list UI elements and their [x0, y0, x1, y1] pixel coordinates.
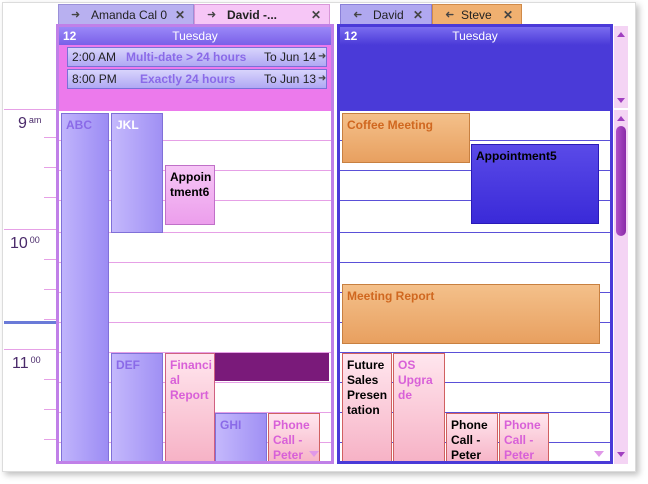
all-day-area	[340, 45, 610, 111]
tab-label: David	[373, 8, 404, 22]
appointment-financial-report[interactable]: Financi al Report	[165, 353, 215, 461]
appointment-label: Phone Call - Peter	[504, 418, 541, 462]
appointment-abc[interactable]: ABC	[61, 113, 109, 461]
allday-scrollbar[interactable]	[614, 26, 628, 108]
busy-bar[interactable]	[215, 353, 329, 381]
appointment-meeting-report[interactable]: Meeting Report	[342, 284, 600, 344]
tab-amanda-cal[interactable]: ➜ Amanda Cal 0 ✕	[58, 4, 194, 24]
time-label-11: 11 00	[12, 355, 41, 372]
tab-david-left[interactable]: ➜ David -... ✕	[194, 4, 330, 24]
event-title: Exactly 24 hours	[140, 72, 236, 86]
appointment-appointment6[interactable]: Appoin tment6	[165, 165, 215, 225]
arrow-right-icon: ➜	[207, 9, 217, 21]
tab-label: David -...	[227, 8, 278, 22]
appointment-label: ABC	[66, 118, 92, 132]
appointment-label: Financi al Report	[170, 358, 213, 402]
appointment-os-upgrade[interactable]: OS Upgra de	[393, 353, 445, 461]
arrow-left-icon: ➜	[445, 9, 455, 21]
appointment-coffee-meeting[interactable]: Coffee Meeting	[342, 113, 470, 163]
time-grid: Coffee Meeting Appointment5 Meeting Repo…	[340, 111, 610, 462]
half-hour-tick	[44, 289, 56, 290]
scroll-up-arrow-icon[interactable]	[617, 116, 625, 121]
appointment-label: Meeting Report	[347, 289, 435, 303]
appointment-label: Appointment5	[476, 149, 557, 163]
scroll-down-arrow-icon[interactable]	[309, 451, 319, 457]
time-ruler: 9 am 10 00 11 00	[4, 108, 56, 464]
appointment-future-sales[interactable]: Future Sales Presen tation	[342, 353, 392, 461]
event-end: To Jun 13	[264, 72, 317, 86]
all-day-event[interactable]: 2:00 AM Multi-date > 24 hours To Jun 14 …	[67, 47, 327, 67]
arrow-left-icon: ➜	[353, 9, 363, 21]
hour-line	[4, 229, 56, 230]
appointment-label: Coffee Meeting	[347, 118, 434, 132]
all-day-event[interactable]: 8:00 PM Exactly 24 hours To Jun 13 ➜	[67, 69, 327, 89]
scroll-thumb[interactable]	[616, 126, 626, 236]
grid-line	[340, 232, 610, 233]
tab-david-right[interactable]: ➜ David ✕	[340, 4, 432, 24]
appointment-def[interactable]: DEF	[111, 353, 163, 461]
appointment-label: Appoin tment6	[170, 170, 212, 199]
half-hour-tick	[44, 197, 56, 198]
event-time: 8:00 PM	[72, 72, 117, 86]
time-grid: ABC JKL Appoin tment6 DEF Financi al Rep…	[59, 111, 331, 462]
appointment-label: JKL	[116, 118, 139, 132]
appointment-label: DEF	[116, 358, 140, 372]
close-icon[interactable]: ✕	[311, 5, 321, 25]
day-header[interactable]: 12 Tuesday	[340, 27, 610, 45]
appointment-ghi[interactable]: GHI	[215, 413, 267, 461]
appointment-label: OS Upgra de	[398, 358, 433, 402]
day-name: Tuesday	[452, 29, 498, 43]
half-hour-tick	[44, 409, 56, 410]
calendar-left: 12 Tuesday 2:00 AM Multi-date > 24 hours…	[56, 24, 334, 464]
grid-line	[340, 262, 610, 263]
day-header[interactable]: 12 Tuesday	[59, 27, 331, 45]
appointment-label: Phone Call - Peter	[451, 418, 488, 462]
close-icon[interactable]: ✕	[175, 5, 185, 25]
scroll-down-arrow-icon[interactable]	[617, 452, 625, 457]
arrow-right-icon: ➜	[71, 9, 81, 21]
scroll-up-arrow-icon[interactable]	[617, 32, 625, 37]
event-time: 2:00 AM	[72, 50, 117, 64]
arrow-right-icon: ➜	[318, 73, 327, 84]
hour-line	[4, 109, 56, 110]
tab-label: Amanda Cal 0	[91, 8, 168, 22]
event-end: To Jun 14	[264, 50, 317, 64]
current-time-indicator	[4, 321, 56, 324]
calendar-right: 12 Tuesday Coffee Meeting Appointment5 M…	[337, 24, 613, 464]
appointment-label: GHI	[220, 418, 242, 432]
arrow-right-icon: ➜	[318, 51, 327, 62]
half-hour-tick	[44, 379, 56, 380]
half-hour-tick	[44, 319, 56, 320]
tab-label: Steve	[461, 8, 492, 22]
half-hour-tick	[44, 137, 56, 138]
appointment-appointment5[interactable]: Appointment5	[471, 144, 599, 224]
appointment-label: Future Sales Presen tation	[347, 358, 388, 417]
appointment-jkl[interactable]: JKL	[111, 113, 163, 233]
appointment-phone-call-2[interactable]: Phone Call - Peter	[499, 413, 549, 462]
half-hour-tick	[44, 259, 56, 260]
scroll-down-arrow-icon[interactable]	[617, 98, 625, 103]
half-hour-tick	[44, 439, 56, 440]
half-hour-tick	[44, 167, 56, 168]
tab-steve[interactable]: ➜ Steve ✕	[432, 4, 522, 24]
main-scrollbar[interactable]	[614, 110, 628, 464]
time-label-9: 9 am	[18, 115, 42, 132]
scroll-down-arrow-icon[interactable]	[594, 451, 604, 457]
event-title: Multi-date > 24 hours	[126, 50, 247, 64]
hour-line	[4, 349, 56, 350]
day-name: Tuesday	[172, 29, 218, 43]
close-icon[interactable]: ✕	[413, 5, 423, 25]
close-icon[interactable]: ✕	[503, 5, 513, 25]
time-label-10: 10 00	[10, 235, 40, 252]
appointment-phone-call-1[interactable]: Phone Call - Peter	[446, 413, 498, 462]
appointment-label: Phone Call - Peter	[273, 418, 310, 462]
